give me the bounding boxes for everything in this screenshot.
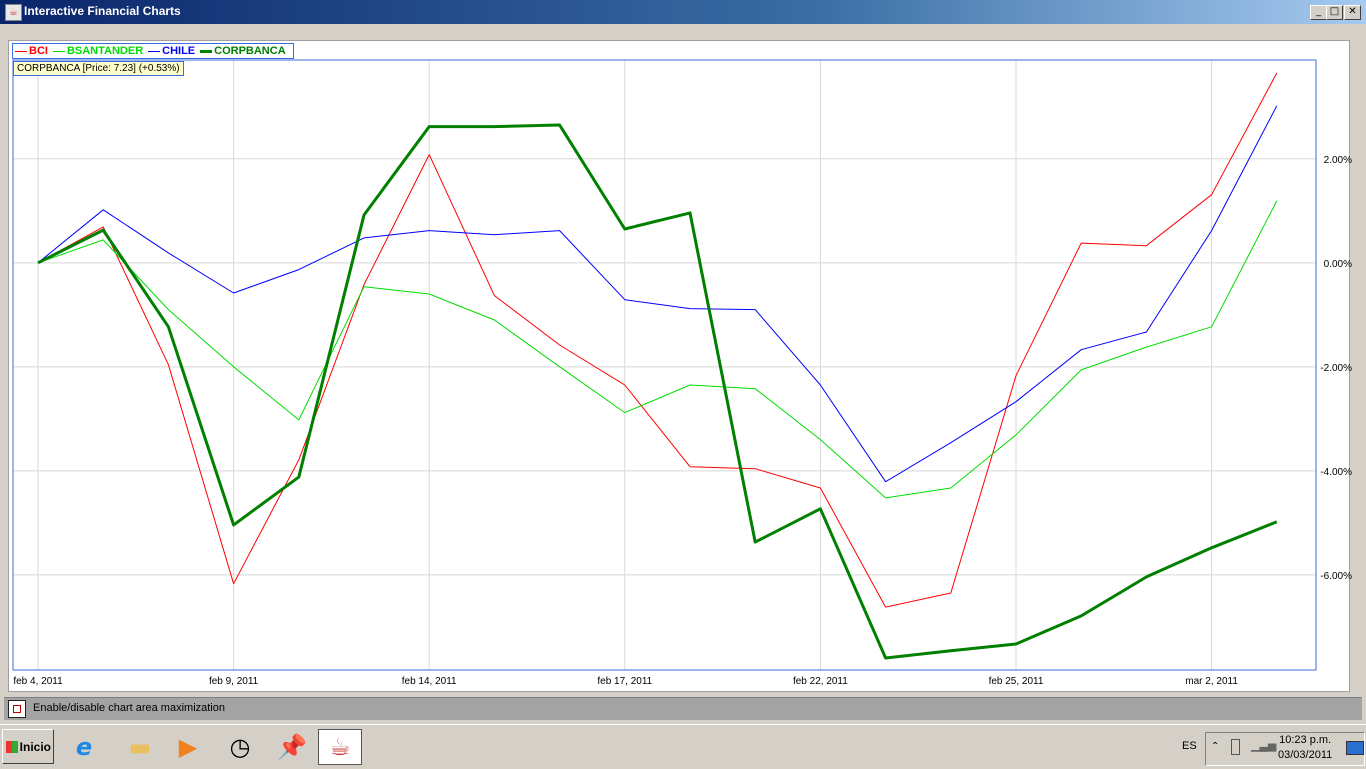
x-tick-label: mar 2, 2011 [1185,676,1238,687]
show-hidden-icons-icon[interactable]: ⌃ [1211,741,1219,752]
legend-item-bci[interactable]: BCI [15,45,48,57]
status-bar: Enable/disable chart area maximization [4,697,1362,720]
show-desktop-icon[interactable] [1346,741,1364,755]
y-tick-label: 2.00% [1324,155,1352,166]
y-tick-label: 0.00% [1324,259,1352,270]
legend-swatch [148,50,161,52]
legend-label: BCI [29,45,48,57]
taskbar: Inicio e ▬ ▶ ◷ 📌 ☕ ES ⌃ ▁▃▅ 10:23 p.m. 0… [0,724,1366,769]
clock-time: 10:23 p.m. [1279,734,1332,746]
clock[interactable]: 10:23 p.m. 03/03/2011 [1278,733,1332,763]
internet-explorer-icon[interactable]: e [66,729,102,765]
line-chart[interactable]: feb 4, 2011 feb 9, 2011 feb 14, 2011 feb 17… [0,0,1366,700]
file-explorer-icon[interactable]: ▬ [122,729,158,765]
legend-swatch [52,50,65,52]
java-taskbar-icon[interactable]: ☕ [318,729,362,765]
legend-label: CORPBANCA [214,45,286,57]
media-player-icon[interactable]: ▶ [170,729,206,765]
legend-item-bsantander[interactable]: BSANTANDER [52,45,144,57]
y-tick-label: -2.00% [1320,363,1352,374]
network-signal-icon[interactable]: ▁▃▅ [1251,739,1276,752]
x-tick-label: feb 9, 2011 [209,676,259,687]
clock-date: 03/03/2011 [1278,749,1333,761]
chart-legend: BCI BSANTANDER CHILE CORPBANCA [12,43,294,59]
price-tooltip: CORPBANCA [Price: 7.23] (+0.53%) [13,61,184,76]
legend-label: BSANTANDER [66,45,144,57]
x-tick-label: feb 14, 2011 [402,676,457,687]
legend-swatch [15,50,27,52]
y-tick-label: -6.00% [1320,571,1352,582]
plot-area [13,60,1316,670]
legend-swatch [200,49,213,53]
battery-icon[interactable] [1231,739,1240,755]
legend-label: CHILE [162,45,196,57]
x-tick-label: feb 22, 2011 [793,676,848,687]
legend-item-corpbanca[interactable]: CORPBANCA [200,45,286,57]
start-label: Inicio [19,740,51,754]
x-tick-label: feb 17, 2011 [597,676,652,687]
x-tick-label: feb 25, 2011 [989,676,1044,687]
y-tick-label: -4.00% [1320,467,1352,478]
legend-item-chile[interactable]: CHILE [148,45,195,57]
maximize-chart-icon[interactable] [8,700,26,718]
clock-app-icon[interactable]: ◷ [222,729,258,765]
pushpin-icon[interactable]: 📌 [274,729,310,765]
start-button[interactable]: Inicio [2,729,54,764]
status-label: Enable/disable chart area maximization [33,702,225,714]
x-tick-label: feb 4, 2011 [13,676,63,687]
windows-logo-icon [6,741,18,753]
language-indicator[interactable]: ES [1182,740,1197,752]
